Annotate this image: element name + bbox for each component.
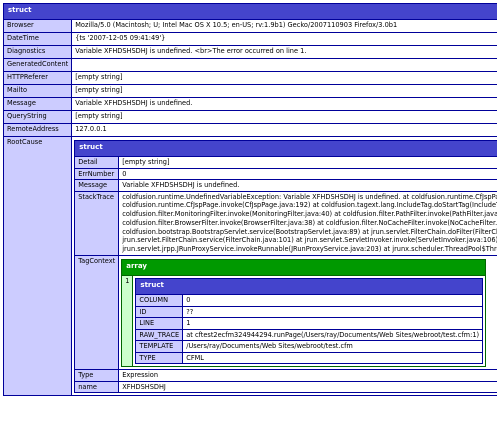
row-generated-content: GeneratedContent [4,59,497,71]
key-datetime[interactable]: DateTime [4,33,72,45]
error-dump-frame: struct Browser Mozilla/5.0 (Macintosh; U… [3,3,497,424]
stacktrace-line: coldfusion.filter.BrowserFilter.invoke(B… [122,218,497,227]
value-detail: [empty string] [119,157,497,168]
key-tagcontext[interactable]: TagContext [75,256,119,370]
stacktrace-line: jrun.servlet.jrpp.JRunProxyService.invok… [122,245,497,254]
row-detail: Detail [empty string] [75,157,497,168]
value-datetime: {ts '2007-12-05 09:41:49'} [72,33,497,45]
value-rootcause-message: Variable XFHDSHSDHJ is undefined. [119,180,497,191]
value-stacktrace: coldfusion.runtime.UndefinedVariableExce… [119,191,497,256]
row-httpreferer: HTTPReferer [empty string] [4,72,497,84]
value-browser: Mozilla/5.0 (Macintosh; U; Intel Mac OS … [72,20,497,32]
key-browser[interactable]: Browser [4,20,72,32]
value-column: 0 [183,295,483,306]
stacktrace-line: coldfusion.filter.MonitoringFilter.invok… [122,210,497,219]
key-remoteaddress[interactable]: RemoteAddress [4,124,72,136]
key-querystring[interactable]: QueryString [4,111,72,123]
key-errnumber[interactable]: ErrNumber [75,168,119,179]
key-message[interactable]: Message [4,98,72,110]
array-index[interactable]: 1 [122,276,133,367]
stacktrace-line: coldfusion.runtime.UndefinedVariableExce… [122,192,497,201]
struct-header[interactable]: struct [4,4,497,19]
row-type: Type Expression [75,370,497,381]
value-errnumber: 0 [119,168,497,179]
stacktrace-line: coldfusion.runtime.CfJspPage.invoke(CfJs… [122,201,497,210]
row-name: name XFHDSHSDHJ [75,381,497,393]
array-row-1: 1 struct COLUMN 0 ID ?? LINE 1 RAW_TRACE… [122,276,486,367]
row-diagnostics: Diagnostics Variable XFHDSHSDHJ is undef… [4,46,497,58]
key-rootcause[interactable]: RootCause [4,137,72,396]
key-httpreferer[interactable]: HTTPReferer [4,72,72,84]
key-stacktrace[interactable]: StackTrace [75,191,119,256]
value-rootcause: struct Detail [empty string] ErrNumber 0… [72,137,497,396]
key-mailto[interactable]: Mailto [4,85,72,97]
value-line: 1 [183,318,483,329]
value-type-cfml: CFML [183,352,483,364]
key-rootcause-message[interactable]: Message [75,180,119,191]
key-template[interactable]: TEMPLATE [136,341,183,352]
row-raw-trace: RAW_TRACE at cftest2ecfm324944294.runPag… [136,329,483,341]
value-generated-content [72,59,497,71]
key-line[interactable]: LINE [136,318,183,329]
row-browser: Browser Mozilla/5.0 (Macintosh; U; Intel… [4,20,497,32]
key-generated-content[interactable]: GeneratedContent [4,59,72,71]
row-datetime: DateTime {ts '2007-12-05 09:41:49'} [4,33,497,45]
key-name[interactable]: name [75,381,119,393]
row-mailto: Mailto [empty string] [4,85,497,97]
key-id[interactable]: ID [136,306,183,318]
array-value-1: struct COLUMN 0 ID ?? LINE 1 RAW_TRACE a… [133,276,486,367]
value-remoteaddress: 127.0.0.1 [72,124,497,136]
row-line: LINE 1 [136,318,483,329]
stacktrace-line: jrun.servlet.FilterChain.service(FilterC… [122,236,497,245]
value-raw-trace: at cftest2ecfm324944294.runPage(/Users/r… [183,329,483,341]
rootcause-struct-table: struct Detail [empty string] ErrNumber 0… [74,140,497,394]
tagcontext-array-table: array 1 struct COLUMN 0 ID ?? LINE 1 RAW… [121,259,487,368]
row-id: ID ?? [136,306,483,318]
tagcontext-struct-header[interactable]: struct [136,279,483,295]
key-type-cfml[interactable]: TYPE [136,352,183,364]
value-httpreferer: [empty string] [72,72,497,84]
array-header[interactable]: array [122,260,486,276]
value-message: Variable XFHDSHSDHJ is undefined. [72,98,497,110]
row-errnumber: ErrNumber 0 [75,168,497,179]
key-column[interactable]: COLUMN [136,295,183,306]
key-detail[interactable]: Detail [75,157,119,168]
row-rootcause: RootCause struct Detail [empty string] E… [4,137,497,396]
value-querystring: [empty string] [72,111,497,123]
row-remoteaddress: RemoteAddress 127.0.0.1 [4,124,497,136]
row-template: TEMPLATE /Users/ray/Documents/Web Sites/… [136,341,483,352]
row-querystring: QueryString [empty string] [4,111,497,123]
value-name: XFHDSHSDHJ [119,381,497,393]
row-stacktrace: StackTrace coldfusion.runtime.UndefinedV… [75,191,497,256]
key-diagnostics[interactable]: Diagnostics [4,46,72,58]
key-raw-trace[interactable]: RAW_TRACE [136,329,183,341]
value-template: /Users/ray/Documents/Web Sites/webroot/t… [183,341,483,352]
row-tagcontext: TagContext array 1 struct COLUMN 0 ID ??… [75,256,497,370]
row-type-cfml: TYPE CFML [136,352,483,364]
tagcontext-struct-table: struct COLUMN 0 ID ?? LINE 1 RAW_TRACE a… [135,278,484,365]
value-mailto: [empty string] [72,85,497,97]
key-type[interactable]: Type [75,370,119,381]
rootcause-struct-header[interactable]: struct [75,141,497,156]
row-column: COLUMN 0 [136,295,483,306]
stacktrace-line: coldfusion.bootstrap.BootstrapServlet.se… [122,227,497,236]
value-tagcontext: array 1 struct COLUMN 0 ID ?? LINE 1 RAW… [119,256,497,370]
row-message: Message Variable XFHDSHSDHJ is undefined… [4,98,497,110]
value-type: Expression [119,370,497,381]
value-id: ?? [183,306,483,318]
row-rootcause-message: Message Variable XFHDSHSDHJ is undefined… [75,180,497,191]
outer-struct-table: struct Browser Mozilla/5.0 (Macintosh; U… [3,3,497,397]
value-diagnostics: Variable XFHDSHSDHJ is undefined. <br>Th… [72,46,497,58]
